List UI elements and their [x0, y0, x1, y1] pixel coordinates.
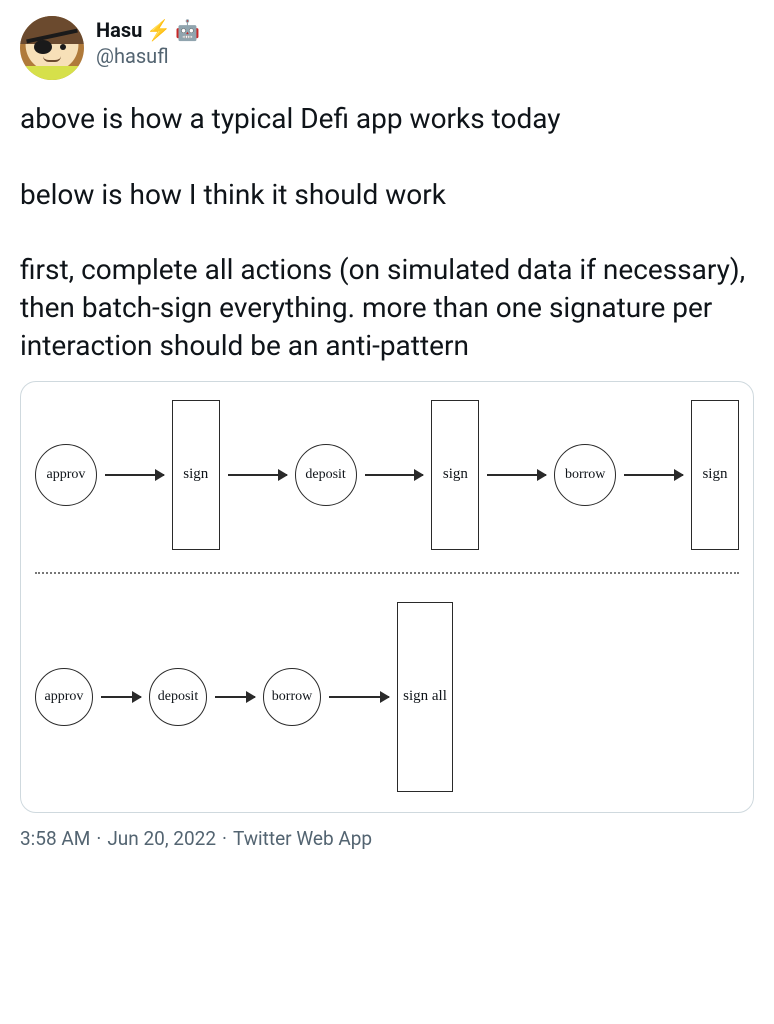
arrow-icon: [487, 474, 546, 476]
display-name-text: Hasu: [96, 18, 142, 42]
node-sign-all: sign all: [397, 602, 453, 792]
node-deposit: deposit: [149, 668, 207, 726]
arrow-icon: [215, 696, 255, 698]
node-approv: approv: [35, 444, 97, 506]
tweet-header: Hasu ⚡ 🤖 @hasufl: [20, 16, 754, 80]
arrow-icon: [624, 474, 683, 476]
arrow-icon: [365, 474, 424, 476]
arrow-icon: [101, 696, 141, 698]
node-sign: sign: [172, 400, 220, 550]
robot-icon: 🤖: [175, 18, 200, 42]
node-borrow: borrow: [554, 444, 616, 506]
avatar[interactable]: [20, 16, 84, 80]
tweet-meta: 3:58 AM · Jun 20, 2022 · Twitter Web App: [20, 827, 754, 850]
timestamp-time[interactable]: 3:58 AM: [20, 827, 90, 850]
bolt-icon: ⚡: [146, 18, 171, 42]
handle[interactable]: @hasufl: [96, 44, 200, 68]
diagram-bottom-flow: approv deposit borrow sign all: [35, 602, 739, 792]
arrow-icon: [105, 474, 164, 476]
arrow-icon: [228, 474, 287, 476]
tweet-body: above is how a typical Defi app works to…: [20, 100, 754, 365]
node-sign: sign: [691, 400, 739, 550]
node-sign: sign: [431, 400, 479, 550]
meta-separator: ·: [222, 827, 227, 850]
node-deposit: deposit: [295, 444, 357, 506]
diagram-image[interactable]: approv sign deposit sign borrow sign app…: [20, 381, 754, 813]
meta-separator: ·: [96, 827, 101, 850]
arrow-icon: [329, 696, 389, 698]
node-borrow: borrow: [263, 668, 321, 726]
author-block: Hasu ⚡ 🤖 @hasufl: [96, 16, 200, 68]
timestamp-date[interactable]: Jun 20, 2022: [107, 827, 216, 850]
divider: [35, 572, 739, 574]
diagram-top-flow: approv sign deposit sign borrow sign: [35, 400, 739, 550]
tweet-container: Hasu ⚡ 🤖 @hasufl above is how a typical …: [0, 0, 774, 866]
tweet-source[interactable]: Twitter Web App: [233, 827, 372, 850]
display-name[interactable]: Hasu ⚡ 🤖: [96, 18, 200, 42]
node-approv: approv: [35, 668, 93, 726]
